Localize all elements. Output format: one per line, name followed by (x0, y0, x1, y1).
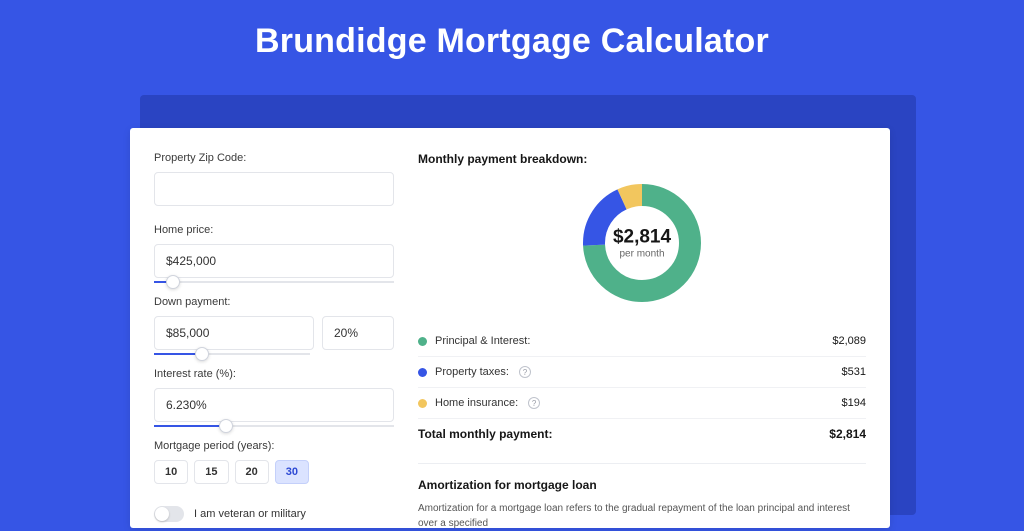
legend-value-taxes: $531 (842, 366, 866, 378)
zip-label: Property Zip Code: (154, 152, 394, 164)
home-price-input-wrap (154, 244, 394, 278)
dot-icon (418, 337, 427, 346)
home-price-input[interactable] (154, 244, 394, 278)
total-row: Total monthly payment: $2,814 (418, 419, 866, 441)
mortgage-period-label: Mortgage period (years): (154, 440, 394, 452)
donut-center: $2,814 per month (613, 227, 671, 260)
zip-input[interactable] (154, 172, 394, 206)
interest-rate-input[interactable] (154, 388, 394, 422)
total-label: Total monthly payment: (418, 427, 552, 441)
down-payment-group (154, 316, 394, 350)
dot-icon (418, 368, 427, 377)
amortization-title: Amortization for mortgage loan (418, 478, 866, 492)
down-payment-label: Down payment: (154, 296, 394, 308)
veteran-toggle[interactable] (154, 506, 184, 522)
mortgage-period-options: 10 15 20 30 (154, 460, 394, 484)
period-option-15[interactable]: 15 (194, 460, 228, 484)
veteran-toggle-row: I am veteran or military (154, 506, 394, 522)
veteran-toggle-label: I am veteran or military (194, 508, 306, 520)
legend-row-taxes: Property taxes: ? $531 (418, 357, 866, 388)
legend-row-insurance: Home insurance: ? $194 (418, 388, 866, 419)
dot-icon (418, 399, 427, 408)
donut-center-amount: $2,814 (613, 227, 671, 249)
interest-rate-slider-thumb[interactable] (219, 419, 233, 433)
home-price-slider-track (154, 281, 394, 283)
legend-value-principal: $2,089 (832, 335, 866, 347)
payment-donut-chart: $2,814 per month (418, 180, 866, 306)
interest-rate-label: Interest rate (%): (154, 368, 394, 380)
period-option-10[interactable]: 10 (154, 460, 188, 484)
down-payment-percent-input[interactable] (322, 316, 394, 350)
amortization-section: Amortization for mortgage loan Amortizat… (418, 463, 866, 531)
help-icon[interactable]: ? (519, 366, 531, 378)
help-icon[interactable]: ? (528, 397, 540, 409)
period-option-20[interactable]: 20 (235, 460, 269, 484)
donut-center-sub: per month (613, 249, 671, 260)
legend-label-principal: Principal & Interest: (435, 335, 530, 347)
calculator-card: Property Zip Code: Home price: Down paym… (130, 128, 890, 528)
breakdown-title: Monthly payment breakdown: (418, 152, 866, 166)
interest-rate-slider-fill (154, 425, 226, 427)
period-option-30[interactable]: 30 (275, 460, 309, 484)
home-price-label: Home price: (154, 224, 394, 236)
legend-value-insurance: $194 (842, 397, 866, 409)
total-value: $2,814 (829, 427, 866, 441)
amortization-text: Amortization for a mortgage loan refers … (418, 502, 866, 531)
home-price-slider-thumb[interactable] (166, 275, 180, 289)
zip-input-wrap (154, 172, 394, 206)
interest-rate-input-wrap (154, 388, 394, 422)
inputs-column: Property Zip Code: Home price: Down paym… (154, 152, 394, 504)
legend-label-insurance: Home insurance: (435, 397, 518, 409)
down-payment-amount-input[interactable] (154, 316, 314, 350)
page-title: Brundidge Mortgage Calculator (0, 0, 1024, 79)
breakdown-column: Monthly payment breakdown: $2,814 per mo… (418, 152, 866, 504)
down-payment-slider-thumb[interactable] (195, 347, 209, 361)
legend-label-taxes: Property taxes: (435, 366, 509, 378)
legend-row-principal: Principal & Interest: $2,089 (418, 326, 866, 357)
veteran-toggle-knob (155, 507, 169, 521)
